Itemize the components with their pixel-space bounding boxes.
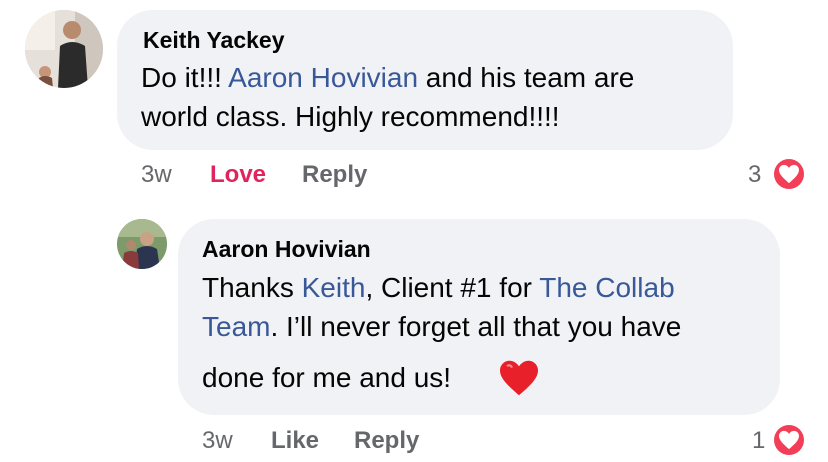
love-reaction-button[interactable]: Love [210,161,266,189]
reaction-count[interactable]: 1 [752,427,765,455]
profile-photo-icon [117,219,167,269]
comment-author[interactable]: Aaron Hovivian [202,236,371,263]
comment-text-line-2: world class. Highly recommend!!!! [141,101,560,133]
comment-text-line-2: Team. I’ll never forget all that you hav… [202,311,681,343]
reaction-count[interactable]: 3 [748,161,761,189]
red-heart-emoji-icon [500,360,538,396]
comment-text-line-1: Do it!!! Aaron Hovivian and his team are [141,62,634,94]
comment-author[interactable]: Keith Yackey [143,27,285,54]
avatar-aaron-hovivian[interactable] [117,219,167,269]
comment-timestamp[interactable]: 3w [141,161,172,189]
mention-link[interactable]: Aaron Hovivian [228,62,418,93]
heart-icon [779,430,799,450]
reply-button[interactable]: Reply [302,161,367,189]
comment-text-line-3: done for me and us! [202,362,451,394]
reply-button[interactable]: Reply [354,427,419,455]
comment-text: Thanks [202,272,302,303]
mention-link[interactable]: The Collab [539,272,674,303]
comment-text: and his team are [418,62,635,93]
comment-text: . I’ll never forget all that you have [270,311,682,342]
profile-photo-icon [25,10,103,88]
comment-text: Do it!!! [141,62,229,93]
comment-text: world class. Highly recommend!!!! [141,101,560,132]
heart-reaction-badge[interactable] [772,423,806,457]
mention-link[interactable]: Keith [302,272,366,303]
mention-link[interactable]: Team [202,311,270,342]
heart-icon [779,164,799,184]
comment-text: done for me and us! [202,362,452,393]
heart-reaction-badge[interactable] [772,157,806,191]
comment-text-line-1: Thanks Keith, Client #1 for The Collab [202,272,675,304]
comment-timestamp[interactable]: 3w [202,427,233,455]
comment-text: , Client #1 for [365,272,540,303]
avatar-keith-yackey[interactable] [25,10,103,88]
like-button[interactable]: Like [271,427,319,455]
